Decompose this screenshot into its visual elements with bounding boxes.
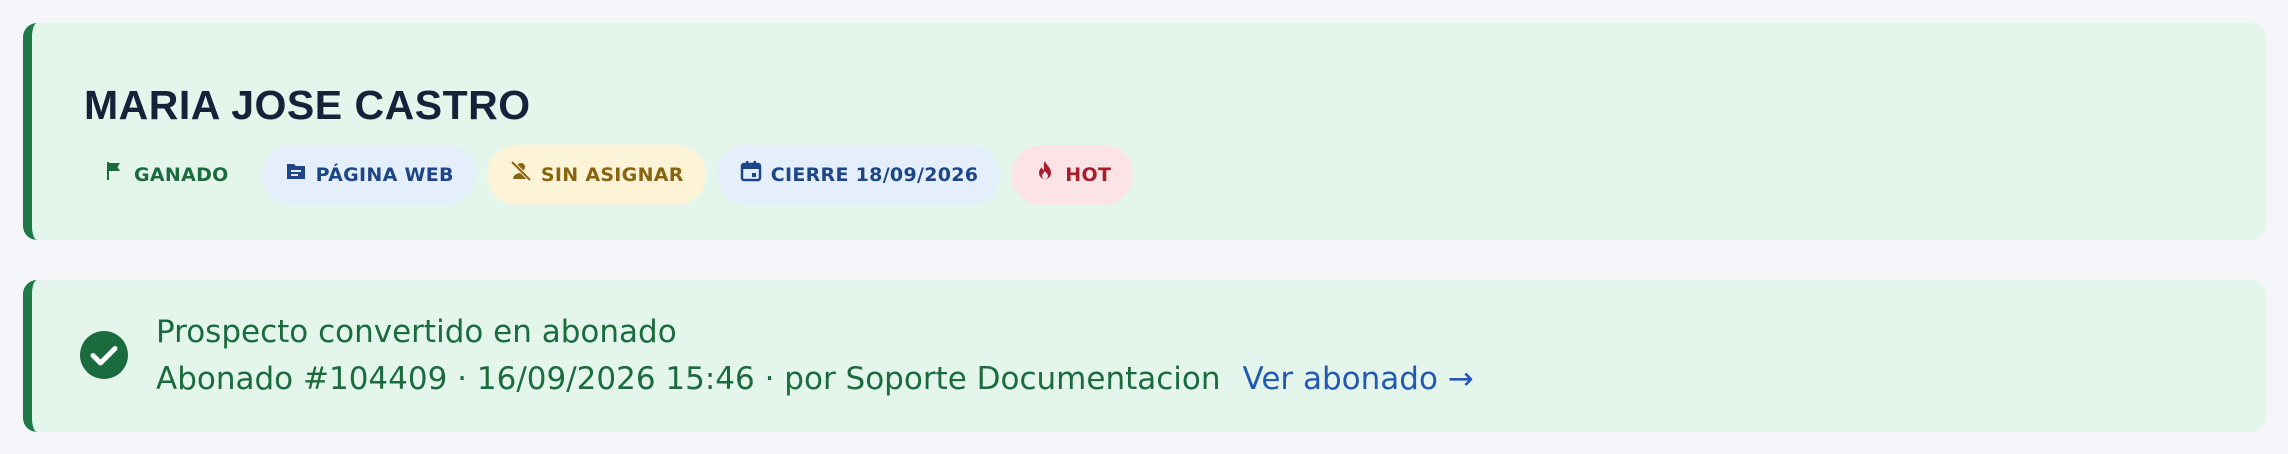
- conversion-title: Prospecto convertido en abonado: [156, 314, 677, 350]
- close-date-badge: CIERRE 18/09/2026: [716, 145, 1001, 205]
- temperature-badge-label: HOT: [1065, 164, 1112, 186]
- flag-icon: [102, 159, 126, 183]
- status-badge-label: GANADO: [134, 164, 229, 186]
- lead-badges: GANADO PÁGINA WEB SIN ASIGNAR CIERRE 18/…: [102, 145, 1144, 205]
- view-subscriber-link[interactable]: Ver abonado →: [1243, 361, 1474, 397]
- assignee-badge-label: SIN ASIGNAR: [540, 164, 684, 186]
- assignee-badge: SIN ASIGNAR: [486, 145, 706, 205]
- conversion-details-line: Abonado #104409 · 16/09/2026 15:46 · por…: [156, 361, 1474, 398]
- conversion-details: Abonado #104409 · 16/09/2026 15:46 · por…: [156, 361, 1221, 397]
- check-circle-icon: [80, 331, 128, 379]
- status-badge: GANADO: [102, 145, 251, 205]
- lead-card: MARIA JOSE CASTRO GANADO PÁGINA WEB SIN …: [23, 23, 2266, 240]
- calendar-icon: [739, 159, 763, 183]
- temperature-badge: HOT: [1011, 145, 1134, 205]
- close-date-badge-label: CIERRE 18/09/2026: [770, 164, 979, 186]
- person-off-icon: [509, 159, 533, 183]
- folder-icon: [284, 159, 308, 183]
- source-badge-label: PÁGINA WEB: [315, 164, 454, 186]
- fire-icon: [1033, 159, 1057, 183]
- lead-name: MARIA JOSE CASTRO: [84, 82, 531, 128]
- source-badge: PÁGINA WEB: [261, 145, 476, 205]
- conversion-card: Prospecto convertido en abonado Abonado …: [23, 280, 2266, 432]
